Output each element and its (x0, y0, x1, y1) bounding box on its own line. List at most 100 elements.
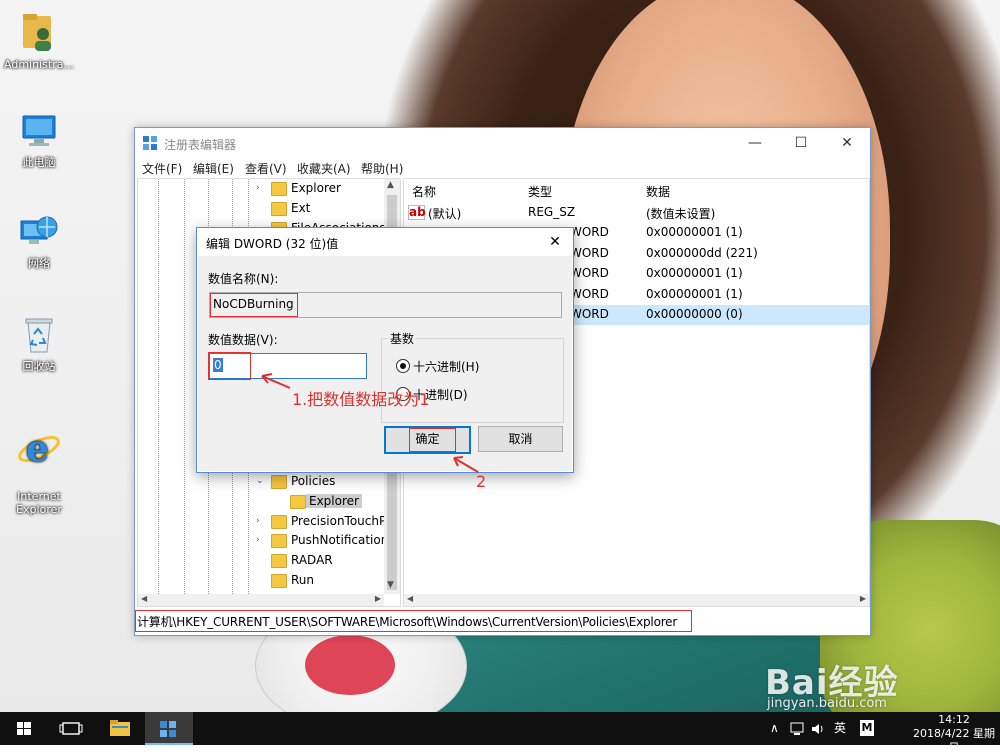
tree-item-label: Run (291, 573, 315, 587)
value-name: (默认) (428, 207, 462, 221)
tree-item-precisiontouchpad[interactable]: › PrecisionTouchPad (138, 512, 400, 532)
expand-arrow-icon[interactable]: › (256, 183, 260, 193)
menu-edit[interactable]: 编辑(E) (193, 160, 234, 177)
tree-item-policies-explorer[interactable]: Explorer (138, 492, 384, 512)
desktop-icon-administrator[interactable]: Administra... (1, 10, 77, 71)
tree-item-label: Explorer (306, 494, 362, 508)
hex-radio[interactable] (396, 359, 410, 373)
menu-file[interactable]: 文件(F) (142, 160, 182, 177)
watermark-url: jingyan.baidu.com (767, 696, 887, 711)
value-type: WORD (570, 307, 609, 321)
tree-item-radar[interactable]: RADAR (138, 551, 384, 571)
scroll-left-arrow-icon[interactable]: ◀ (141, 594, 147, 603)
hex-label[interactable]: 十六进制(H) (413, 358, 479, 375)
tree-item-label: PushNotifications (291, 533, 395, 547)
taskbar-clock[interactable]: 14:12 2018/4/22 星期日 (912, 713, 996, 755)
tree-horizontal-scrollbar[interactable]: ◀ ▶ (138, 594, 384, 606)
collapse-arrow-icon[interactable]: ⌄ (256, 476, 264, 486)
input-language-indicator[interactable]: 英 (834, 712, 846, 745)
tree-item-pushnotifications[interactable]: › PushNotifications (138, 531, 395, 551)
folder-icon (290, 495, 306, 509)
folder-icon (271, 554, 287, 568)
minimize-button[interactable]: — (732, 128, 778, 158)
menu-help[interactable]: 帮助(H) (361, 160, 403, 177)
close-button[interactable]: ✕ (824, 128, 870, 158)
scroll-up-arrow-icon[interactable]: ▲ (387, 180, 394, 190)
tree-item-label: Ext (291, 201, 311, 215)
wallpaper-badge-logo (305, 635, 395, 695)
ok-highlight-box (409, 428, 456, 452)
column-header-type[interactable]: 类型 (528, 183, 552, 200)
desktop-icon-internet-explorer[interactable]: e Internet Explorer (1, 412, 77, 516)
data-highlight-box (208, 352, 251, 380)
task-view-button[interactable] (48, 712, 96, 745)
tree-item-policies[interactable]: ⌄ Policies (138, 472, 384, 492)
tree-item-run[interactable]: Run (138, 571, 384, 591)
value-type: WORD (570, 246, 609, 260)
scroll-down-arrow-icon[interactable]: ▼ (387, 580, 394, 590)
value-data: 0x00000001 (1) (646, 287, 743, 301)
scroll-left-arrow-icon[interactable]: ◀ (407, 594, 413, 603)
scroll-right-arrow-icon[interactable]: ▶ (860, 594, 866, 603)
window-titlebar[interactable]: 注册表编辑器 — ☐ ✕ (135, 128, 870, 158)
start-button[interactable] (0, 712, 48, 745)
status-bar: 计算机\HKEY_CURRENT_USER\SOFTWARE\Microsoft… (135, 608, 870, 634)
value-name-label: 数值名称(N): (208, 272, 279, 286)
column-header-name[interactable]: 名称 (412, 183, 436, 200)
scroll-right-arrow-icon[interactable]: ▶ (375, 594, 381, 603)
taskbar-regedit[interactable] (145, 712, 193, 745)
annotation-step2-text: 2 (476, 472, 487, 491)
svg-text:e: e (26, 428, 49, 470)
regedit-icon (143, 136, 157, 150)
maximize-button[interactable]: ☐ (778, 128, 824, 158)
name-highlight-box (210, 293, 298, 317)
value-data-label: 数值数据(V): (208, 333, 278, 347)
computer-icon (22, 115, 56, 146)
windows-logo-icon (17, 722, 31, 735)
desktop-icon-label: Administra... (4, 58, 74, 71)
expand-arrow-icon[interactable]: › (256, 516, 260, 526)
dialog-close-button[interactable]: ✕ (543, 231, 567, 253)
ime-mode-indicator[interactable]: M (860, 720, 874, 736)
volume-tray-icon[interactable] (810, 721, 826, 737)
folder-open-icon (271, 475, 287, 489)
clock-date: 2018/4/22 星期日 (913, 727, 995, 754)
desktop-icon-label: Internet Explorer (16, 490, 62, 516)
value-data: 0x00000000 (0) (646, 307, 743, 321)
menu-favorites[interactable]: 收藏夹(A) (297, 160, 351, 177)
desktop-icon-label: 网络 (28, 257, 50, 270)
tree-item-ext[interactable]: Ext (138, 199, 384, 219)
window-title: 注册表编辑器 (164, 138, 237, 152)
desktop-icon-label: 此电脑 (22, 156, 56, 169)
value-data: 0x000000dd (221) (646, 246, 758, 260)
expand-arrow-icon[interactable]: › (256, 535, 260, 545)
desktop-icon-recycle-bin[interactable]: 回收站 (1, 314, 77, 373)
taskbar-file-explorer[interactable] (96, 712, 144, 745)
menu-view[interactable]: 查看(V) (245, 160, 287, 177)
desktop-icon-label: 回收站 (22, 360, 56, 373)
network-tray-icon[interactable] (790, 721, 806, 737)
tree-item-explorer[interactable]: › Explorer (138, 179, 384, 199)
value-row[interactable]: ab (默认) REG_SZ (数值未设置) (404, 203, 869, 223)
value-data: 0x00000001 (1) (646, 225, 743, 239)
clock-time: 14:12 (938, 713, 970, 726)
base-label: 基数 (388, 330, 417, 347)
folder-icon (271, 515, 287, 529)
desktop-icon-this-pc[interactable]: 此电脑 (1, 112, 77, 169)
dialog-title: 编辑 DWORD (32 位)值 (206, 237, 339, 251)
tree-item-label: Explorer (291, 181, 341, 195)
taskbar: ∧ 英 M 14:12 2018/4/22 星期日 (0, 712, 1000, 754)
folder-icon (271, 182, 287, 196)
desktop-icon-network[interactable]: 网络 (1, 213, 77, 270)
regedit-taskbar-icon (160, 721, 176, 737)
tray-chevron-icon[interactable]: ∧ (770, 712, 779, 745)
cancel-button[interactable]: 取消 (478, 426, 563, 452)
baidu-watermark: Bai经验 jingyan.baidu.com (765, 655, 990, 711)
tree-item-label: RADAR (291, 553, 333, 567)
folder-icon (271, 534, 287, 548)
internet-explorer-icon: e (18, 428, 60, 470)
list-header: 名称 类型 数据 (404, 179, 869, 201)
column-header-data[interactable]: 数据 (646, 183, 670, 200)
value-type: WORD (570, 287, 609, 301)
values-horizontal-scrollbar[interactable]: ◀ ▶ (404, 594, 869, 606)
